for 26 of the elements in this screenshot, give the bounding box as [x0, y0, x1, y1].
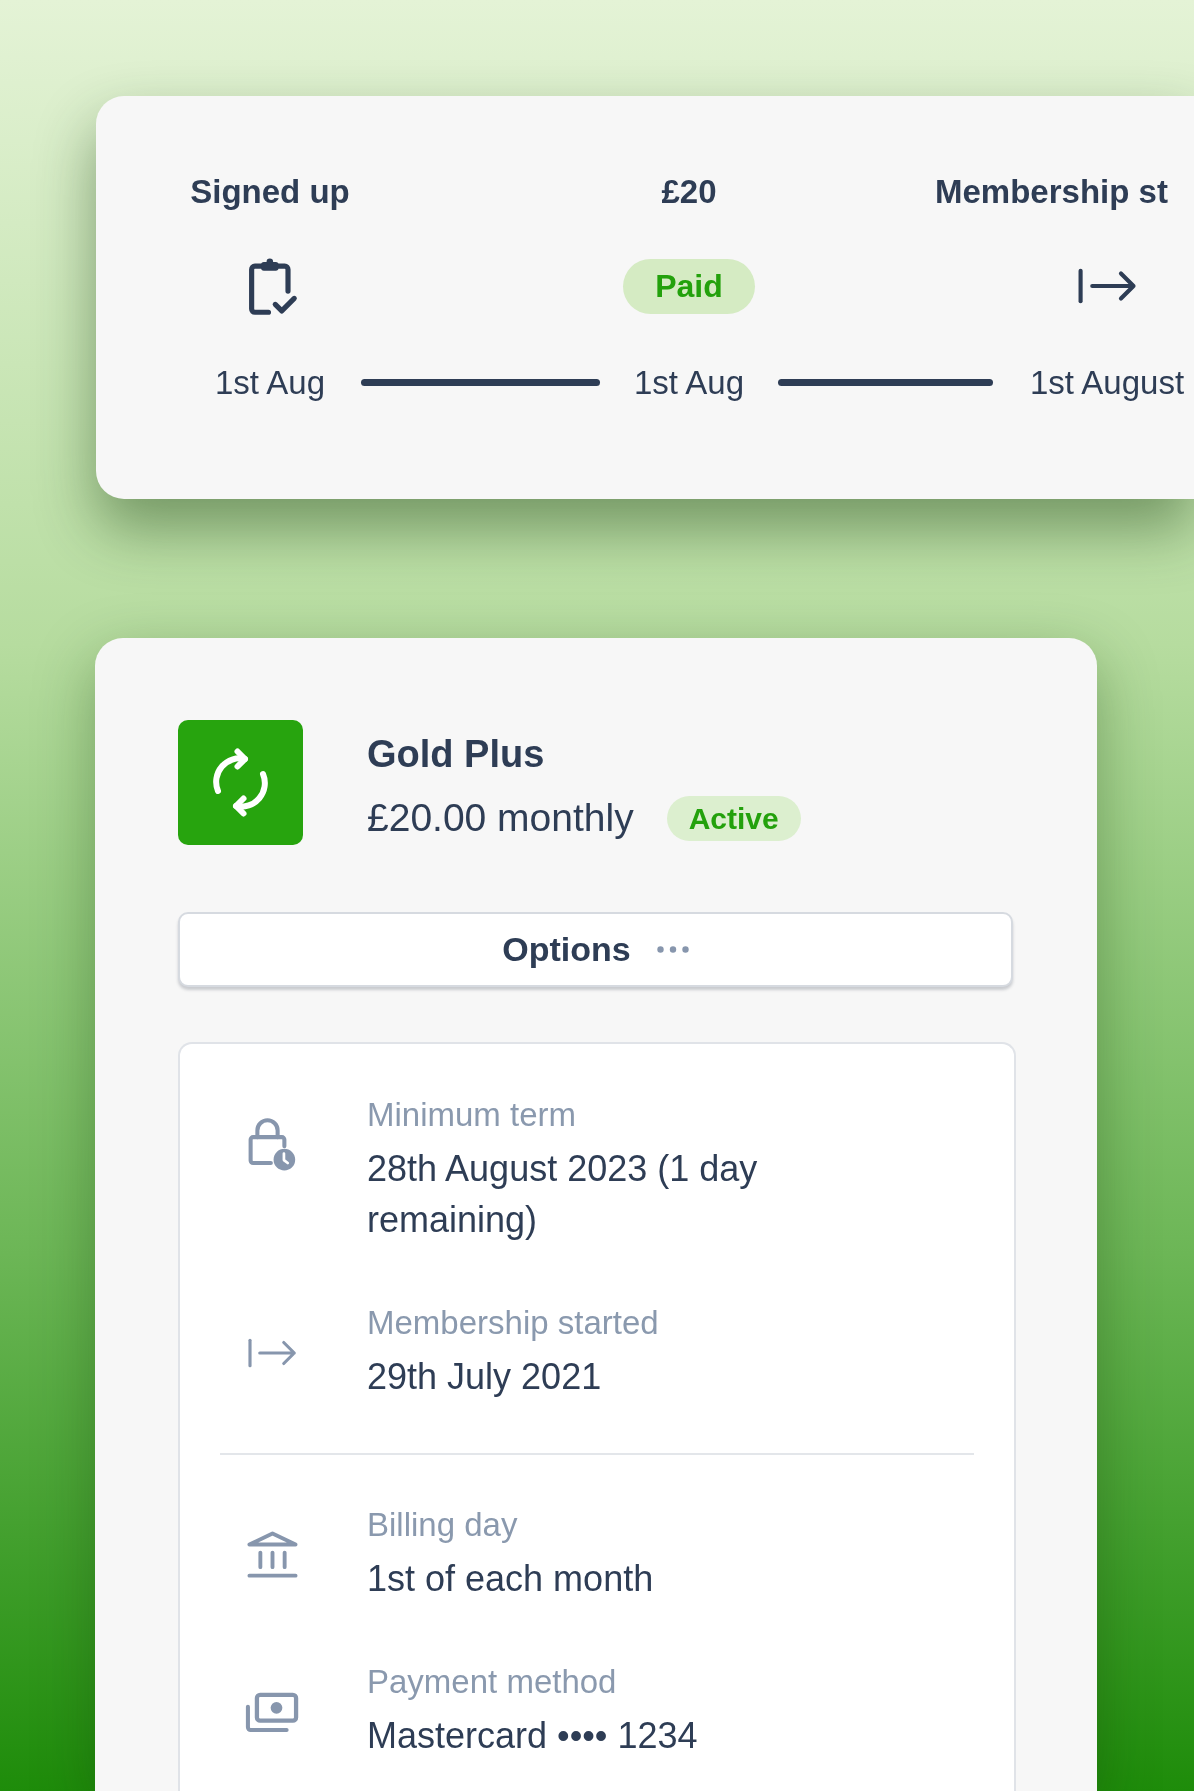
- arrow-to-right-icon: [246, 1337, 298, 1369]
- status-badge: Paid: [623, 258, 755, 314]
- plan-name: Gold Plus: [367, 732, 545, 777]
- bank-icon: [246, 1530, 298, 1580]
- step-date: 1st Aug: [633, 363, 745, 403]
- banknotes-icon: [245, 1691, 299, 1733]
- more-icon: [656, 946, 689, 953]
- detail-label: Billing day: [367, 1505, 518, 1545]
- step-date: 1st Aug: [214, 363, 326, 403]
- step-title: Membership st: [935, 172, 1168, 212]
- detail-value: 1st of each month: [367, 1557, 654, 1601]
- detail-label: Payment method: [367, 1662, 617, 1702]
- status-badge: Active: [666, 795, 801, 841]
- step-title: Signed up: [190, 172, 350, 212]
- detail-label: Membership started: [367, 1303, 659, 1343]
- refresh-icon: [178, 720, 303, 845]
- detail-value: 29th July 2021: [367, 1355, 602, 1399]
- detail-label: Minimum term: [367, 1095, 576, 1135]
- options-button[interactable]: Options: [178, 912, 1013, 987]
- plan-price: £20.00 monthly: [367, 795, 634, 841]
- arrow-to-right-icon: [1076, 268, 1138, 304]
- step-date: 1st August: [1029, 363, 1185, 403]
- detail-value: 28th August 2023 (1 day remaining): [367, 1147, 759, 1242]
- step-title: £20: [661, 172, 717, 212]
- detail-value: Mastercard •••• 1234: [367, 1714, 698, 1758]
- lock-clock-icon: [247, 1118, 297, 1172]
